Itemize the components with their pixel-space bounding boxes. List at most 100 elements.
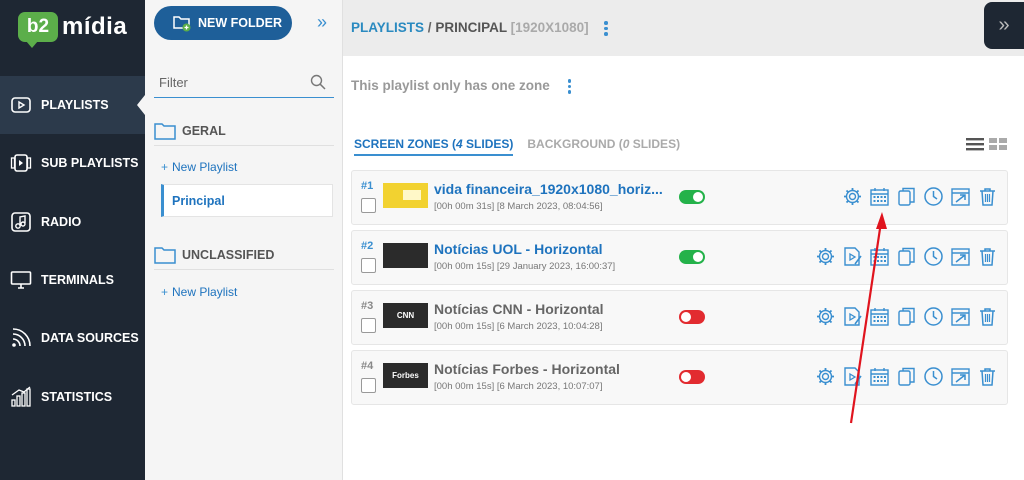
settings-icon[interactable] (815, 366, 836, 387)
filter-input[interactable] (154, 75, 304, 90)
tab-screen-zones[interactable]: SCREEN ZONES (4 SLIDES) (354, 137, 514, 156)
slide-checkbox[interactable] (361, 378, 376, 393)
more-options-icon[interactable] (604, 21, 608, 36)
zone-options-icon[interactable] (567, 79, 572, 94)
list-view-icon[interactable] (966, 137, 984, 151)
slide-thumbnail: Forbes (383, 363, 428, 388)
slide-title[interactable]: Notícias CNN - Horizontal (434, 301, 604, 317)
slide-thumbnail: CNN (383, 303, 428, 328)
breadcrumb-root[interactable]: PLAYLISTS (351, 20, 424, 35)
folder-unclassified[interactable]: UNCLASSIFIED (154, 240, 334, 270)
folder-icon (154, 246, 176, 264)
new-folder-button[interactable]: NEW FOLDER (154, 6, 292, 40)
clock-icon[interactable] (923, 366, 944, 387)
collapse-panel-icon[interactable]: » (317, 12, 327, 33)
new-playlist-link[interactable]: + New Playlist (161, 160, 237, 174)
slide-title[interactable]: vida financeira_1920x1080_horiz... (434, 181, 663, 197)
plus-icon: + (161, 285, 169, 299)
edit-slide-icon[interactable] (842, 306, 863, 327)
trash-icon[interactable] (977, 246, 998, 267)
calendar-icon[interactable] (869, 246, 890, 267)
slide-checkbox[interactable] (361, 198, 376, 213)
nav-label: PLAYLISTS (41, 98, 109, 112)
nav-sub-playlists[interactable]: SUB PLAYLISTS (0, 134, 145, 192)
tab-prefix: BACKGROUND ( (527, 137, 623, 151)
settings-icon[interactable] (842, 186, 863, 207)
nav-data-sources[interactable]: DATA SOURCES (0, 309, 145, 367)
expand-panel-button[interactable]: » (984, 2, 1024, 49)
edit-slide-icon[interactable] (842, 246, 863, 267)
duplicate-icon[interactable] (896, 246, 917, 267)
duplicate-icon[interactable] (896, 306, 917, 327)
slide-checkbox[interactable] (361, 258, 376, 273)
tab-background[interactable]: BACKGROUND (0 SLIDES) (527, 137, 680, 156)
folder-panel: NEW FOLDER » GERAL +New Playlist Princip… (145, 0, 343, 480)
slide-actions (842, 186, 998, 207)
trash-icon[interactable] (977, 186, 998, 207)
tab-count: 4 (456, 137, 463, 151)
slide-enabled-toggle[interactable] (679, 190, 705, 204)
slide-enabled-toggle[interactable] (679, 310, 705, 324)
move-slide-icon[interactable] (950, 246, 971, 267)
slide-row[interactable]: #3 CNN Notícias CNN - Horizontal [00h 00m 1… (351, 290, 1008, 345)
settings-icon[interactable] (815, 246, 836, 267)
slide-thumbnail (383, 183, 428, 208)
tab-suffix: SLIDES) (462, 137, 514, 151)
brand-logo[interactable]: b2 mídia (18, 8, 128, 48)
slide-thumbnail (383, 243, 428, 268)
plus-icon: + (161, 160, 169, 174)
move-slide-icon[interactable] (950, 186, 971, 207)
slide-number: #4 (361, 360, 374, 372)
main-sidebar: b2 mídia PLAYLISTS SUB PLAYLISTS RADIO T… (0, 0, 145, 480)
folder-geral[interactable]: GERAL (154, 116, 334, 146)
zone-note-text: This playlist only has one zone (351, 78, 550, 93)
tab-suffix: SLIDES) (629, 137, 681, 151)
nav-label: TERMINALS (41, 273, 114, 287)
slide-title[interactable]: Notícias UOL - Horizontal (434, 241, 603, 257)
view-toggle (966, 137, 1007, 151)
trash-icon[interactable] (977, 306, 998, 327)
calendar-icon[interactable] (869, 306, 890, 327)
clock-icon[interactable] (923, 186, 944, 207)
page-header: PLAYLISTS / PRINCIPAL [1920X1080] (343, 0, 1024, 56)
new-playlist-label: New Playlist (172, 285, 238, 299)
settings-icon[interactable] (815, 306, 836, 327)
duplicate-icon[interactable] (896, 186, 917, 207)
slide-number: #1 (361, 180, 374, 192)
breadcrumb-current: PRINCIPAL (435, 20, 507, 35)
slide-row[interactable]: #2 Notícias UOL - Horizontal [00h 00m 15s]… (351, 230, 1008, 285)
new-playlist-link[interactable]: + New Playlist (161, 285, 237, 299)
clock-icon[interactable] (923, 246, 944, 267)
logo-text: mídia (62, 13, 128, 40)
nav-label: DATA SOURCES (41, 331, 139, 345)
slide-row[interactable]: #1 vida financeira_1920x1080_horiz... [00h… (351, 170, 1008, 225)
playlist-item-principal[interactable]: Principal (161, 184, 333, 217)
slide-number: #2 (361, 240, 374, 252)
slide-row[interactable]: #4 Forbes Notícias Forbes - Horizontal [00h… (351, 350, 1008, 405)
trash-icon[interactable] (977, 366, 998, 387)
calendar-icon[interactable] (869, 186, 890, 207)
slide-meta: [00h 00m 15s] [6 March 2023, 10:04:28] (434, 321, 603, 332)
clock-icon[interactable] (923, 306, 944, 327)
slide-enabled-toggle[interactable] (679, 370, 705, 384)
resolution-label: [1920X1080] (510, 20, 589, 35)
edit-slide-icon[interactable] (842, 366, 863, 387)
play-icon (9, 94, 33, 116)
monitor-icon (9, 269, 33, 291)
slide-title[interactable]: Notícias Forbes - Horizontal (434, 361, 620, 377)
slide-checkbox[interactable] (361, 318, 376, 333)
nav-terminals[interactable]: TERMINALS (0, 251, 145, 309)
nav-statistics[interactable]: STATISTICS (0, 368, 145, 426)
slide-enabled-toggle[interactable] (679, 250, 705, 264)
search-icon[interactable] (310, 74, 326, 90)
grid-view-icon[interactable] (989, 137, 1007, 151)
thumbnail-text: CNN (396, 311, 415, 320)
calendar-icon[interactable] (869, 366, 890, 387)
move-slide-icon[interactable] (950, 366, 971, 387)
nav-radio[interactable]: RADIO (0, 193, 145, 251)
thumbnail-graphic (403, 190, 421, 200)
move-slide-icon[interactable] (950, 306, 971, 327)
logo-badge: b2 (18, 12, 58, 48)
duplicate-icon[interactable] (896, 366, 917, 387)
nav-playlists[interactable]: PLAYLISTS (0, 76, 145, 134)
